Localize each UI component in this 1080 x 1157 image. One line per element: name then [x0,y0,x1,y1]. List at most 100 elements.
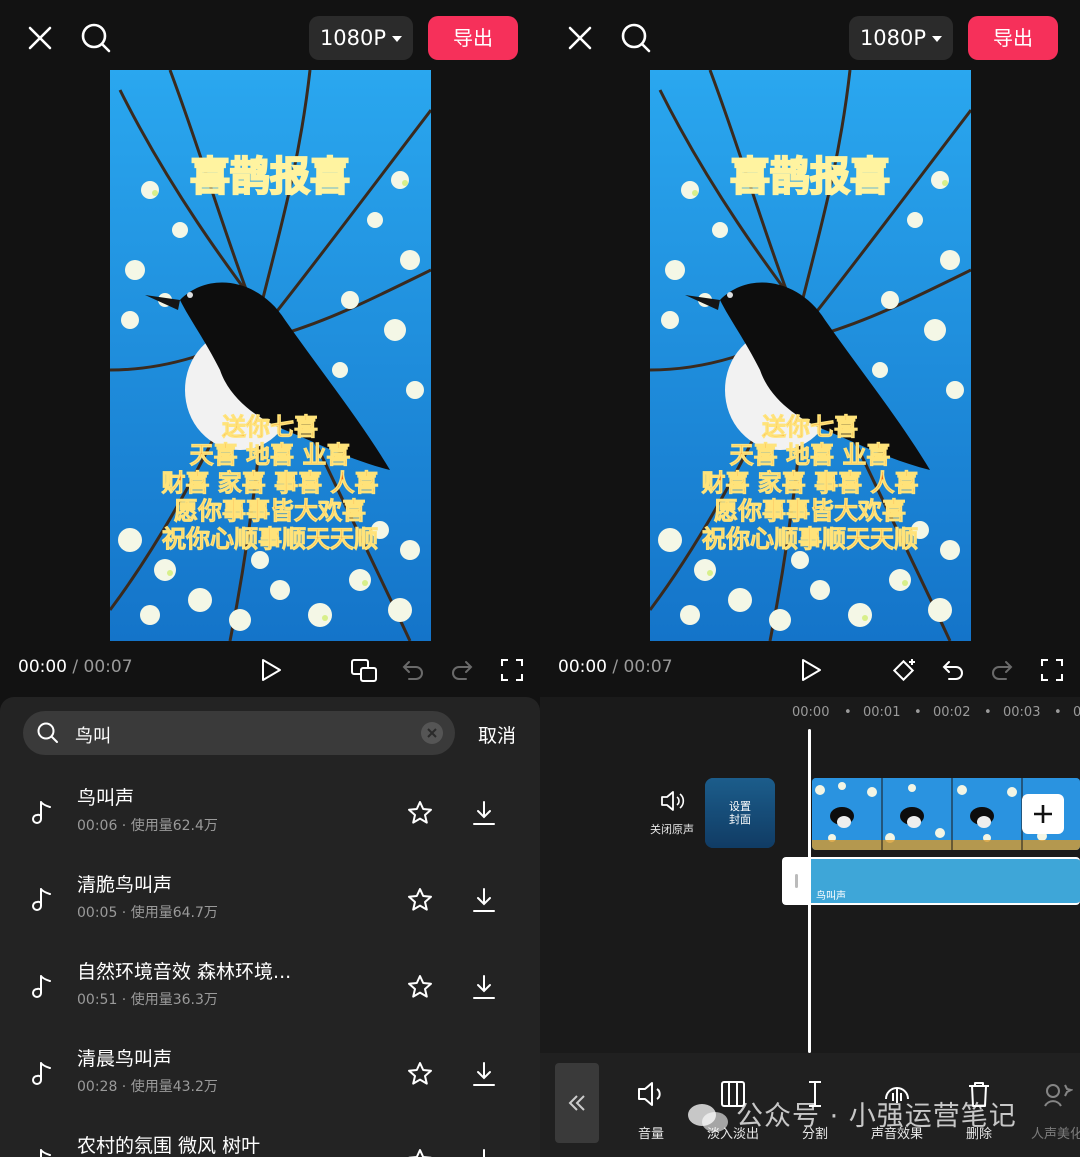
list-item[interactable]: 清脆鸟叫声 00:05 · 使用量64.7万 [0,856,540,942]
video-title: 喜鹊报喜 [730,154,890,200]
export-button[interactable]: 导出 [968,16,1058,60]
playback-controls: 00:00 / 00:07 [0,645,540,695]
resolution-label: 1080P [319,26,387,50]
fullscreen-icon[interactable] [1039,657,1065,683]
music-note-icon [32,1062,51,1085]
plus-icon [1034,805,1052,823]
ruler-tick: 00:03 [1003,705,1041,720]
fullscreen-icon[interactable] [499,657,525,683]
favorite-star-icon[interactable] [406,1147,434,1157]
play-icon[interactable] [258,657,284,683]
undo-icon[interactable] [940,657,966,683]
audio-track-label: 鸟叫声 [816,891,846,902]
tool-volume[interactable]: 音量 [616,1079,686,1149]
blessing-line-2: 天喜 地喜 业喜 [730,441,891,469]
blessing-line-1: 送你七喜 [762,413,858,441]
ruler-dot: • [1054,705,1062,720]
playback-controls: 00:00 / 00:07 [540,645,1080,695]
video-title: 喜鹊报喜 [190,154,350,200]
video-preview[interactable]: 喜鹊报喜 送你七喜 天喜 地喜 业喜 财喜 家喜 事喜 人喜 愿你事事皆大欢喜 … [650,70,971,641]
blessing-line-5: 祝你心顺事顺天天顺 [702,525,918,553]
favorite-star-icon[interactable] [406,973,434,1001]
blessing-line-4: 愿你事事皆大欢喜 [714,497,906,525]
result-usage: 使用量62.4万 [130,818,218,834]
keyframe-icon[interactable] [890,657,918,683]
download-icon[interactable] [470,886,498,914]
search-icon[interactable] [78,20,114,56]
set-cover-label-line-2: 封面 [729,813,751,826]
close-icon[interactable] [22,20,58,56]
ruler-tick: 00:02 [933,705,971,720]
set-cover-label: 设置 封面 [705,800,775,826]
ruler-tick: 0 [1073,705,1080,720]
search-input[interactable]: 鸟叫 [23,711,455,755]
result-duration: 00:05 [77,905,118,921]
music-note-icon [32,888,51,911]
clear-icon[interactable] [420,721,444,745]
search-icon[interactable] [618,20,654,56]
list-item[interactable]: 鸟叫声 00:06 · 使用量62.4万 [0,769,540,855]
result-usage: 使用量64.7万 [130,905,218,921]
time-total: 00:07 [623,657,673,677]
audio-search-sheet: 鸟叫 取消 鸟叫声 00:06 · 使用量62.4万清脆鸟叫声 00:05 · 使用… [0,697,540,1157]
resolution-label: 1080P [859,26,927,50]
export-button[interactable]: 导出 [428,16,518,60]
undo-icon[interactable] [400,657,426,683]
ruler-dot: • [914,705,922,720]
list-item[interactable]: 清晨鸟叫声 00:28 · 使用量43.2万 [0,1030,540,1116]
download-icon[interactable] [470,1147,498,1157]
redo-icon[interactable] [449,657,475,683]
favorite-star-icon[interactable] [406,1060,434,1088]
double-chevron-left-icon [568,1095,585,1111]
result-duration: 00:51 [77,992,118,1008]
audio-track[interactable]: 鸟叫声 [782,857,1080,905]
play-icon[interactable] [798,657,824,683]
tool-voice-enhance[interactable]: 人声美化 [1022,1079,1080,1149]
result-meta: 00:51 · 使用量36.3万 [77,992,218,1008]
list-item[interactable]: 农村的氛围 微风 树叶 [0,1117,540,1157]
set-cover-label-line-1: 设置 [729,800,751,813]
trim-handle[interactable] [784,859,810,903]
time-display: 00:00 / 00:07 [18,657,133,677]
download-icon[interactable] [470,973,498,1001]
video-preview[interactable]: 喜鹊报喜 送你七喜 天喜 地喜 业喜 财喜 家喜 事喜 人喜 愿你事事皆大欢喜 … [110,70,431,641]
favorite-star-icon[interactable] [406,799,434,827]
time-separator: / [72,657,79,677]
music-note-icon [40,1149,51,1157]
wechat-icon [688,1103,728,1132]
set-cover-button[interactable]: 设置 封面 [705,778,775,848]
download-icon[interactable] [470,1060,498,1088]
speaker-icon [661,791,685,811]
music-note-icon [32,975,51,998]
blessing-line-4: 愿你事事皆大欢喜 [174,497,366,525]
download-icon[interactable] [470,799,498,827]
collapse-button[interactable] [555,1063,599,1143]
close-icon[interactable] [562,20,598,56]
redo-icon[interactable] [989,657,1015,683]
result-duration: 00:06 [77,818,118,834]
favorite-star-icon[interactable] [406,886,434,914]
caret-down-icon [392,36,403,42]
right-screen: 1080P 导出 喜鹊报喜 送你七喜 天喜 地喜 业喜 财喜 家喜 事喜 人喜 … [540,0,1080,1157]
add-clip-button[interactable] [1022,794,1064,834]
result-usage: 使用量43.2万 [130,1079,218,1095]
mute-original-button[interactable]: 关闭原声 [640,789,704,839]
result-duration: 00:28 [77,1079,118,1095]
playhead[interactable] [808,729,811,1053]
list-item[interactable]: 自然环境音效 森林环境... 00:51 · 使用量36.3万 [0,943,540,1029]
time-current: 00:00 [558,657,607,677]
result-meta: 00:05 · 使用量64.7万 [77,905,218,921]
resolution-button[interactable]: 1080P [849,16,953,60]
result-usage: 使用量36.3万 [130,992,218,1008]
resolution-button[interactable]: 1080P [309,16,413,60]
result-title: 清脆鸟叫声 [77,874,173,896]
top-bar: 1080P 导出 [540,0,1080,70]
tool-label: 音量 [637,1127,664,1142]
blessing-line-3: 财喜 家喜 事喜 人喜 [161,469,378,497]
top-bar: 1080P 导出 [0,0,540,70]
picture-in-picture-on-icon[interactable] [350,657,378,683]
timeline[interactable]: 00:00 • 00:01 • 00:02 • 00:03 • 0 关闭原声 设… [540,697,1080,1053]
ruler-tick: 00:00 [792,705,830,720]
result-title: 自然环境音效 森林环境... [77,961,292,983]
cancel-button[interactable]: 取消 [478,721,516,748]
